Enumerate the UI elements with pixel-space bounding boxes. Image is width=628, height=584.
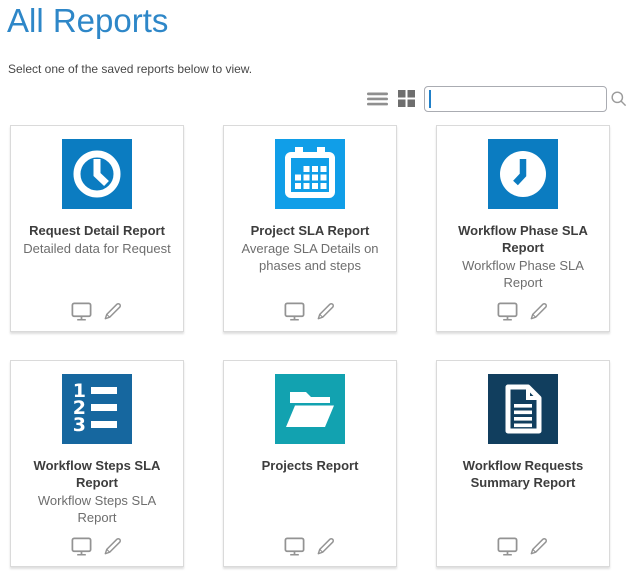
report-description: Workflow Phase SLA Report — [447, 258, 599, 292]
monitor-icon — [496, 535, 519, 558]
page-title: All Reports — [7, 2, 628, 40]
clock-solid-icon — [488, 139, 558, 209]
card-actions — [437, 300, 609, 323]
report-card[interactable]: Projects Report — [223, 360, 397, 567]
card-actions — [11, 535, 183, 558]
view-report-button[interactable] — [283, 535, 306, 558]
edit-report-button[interactable] — [527, 535, 550, 558]
report-title: Projects Report — [236, 458, 384, 475]
report-title: Workflow Steps SLA Report — [23, 458, 171, 492]
card-actions — [224, 300, 396, 323]
pencil-icon — [527, 535, 550, 558]
report-title: Project SLA Report — [236, 223, 384, 240]
edit-report-button[interactable] — [101, 535, 124, 558]
search-input[interactable] — [433, 89, 609, 109]
view-report-button[interactable] — [496, 300, 519, 323]
card-actions — [11, 300, 183, 323]
svg-text:3: 3 — [73, 414, 86, 436]
report-description: Workflow Steps SLA Report — [21, 493, 173, 527]
toolbar — [0, 86, 607, 112]
monitor-icon — [70, 535, 93, 558]
report-card[interactable]: Project SLA Report Average SLA Details o… — [223, 125, 397, 332]
pencil-icon — [527, 300, 550, 323]
monitor-icon — [496, 300, 519, 323]
view-report-button[interactable] — [70, 300, 93, 323]
clock-outline-icon — [62, 139, 132, 209]
monitor-icon — [283, 535, 306, 558]
pencil-icon — [314, 535, 337, 558]
monitor-icon — [283, 300, 306, 323]
report-title: Workflow Phase SLA Report — [449, 223, 597, 257]
search-icon[interactable] — [609, 89, 628, 108]
report-title: Request Detail Report — [23, 223, 171, 240]
edit-report-button[interactable] — [527, 300, 550, 323]
edit-report-button[interactable] — [314, 300, 337, 323]
report-description: Detailed data for Request — [21, 241, 173, 258]
reports-grid: Request Detail Report Detailed data for … — [10, 125, 628, 567]
view-report-button[interactable] — [496, 535, 519, 558]
card-actions — [437, 535, 609, 558]
document-icon — [488, 374, 558, 444]
card-actions — [224, 535, 396, 558]
text-caret — [429, 90, 431, 108]
pencil-icon — [101, 535, 124, 558]
monitor-icon — [70, 300, 93, 323]
view-report-button[interactable] — [283, 300, 306, 323]
view-report-button[interactable] — [70, 535, 93, 558]
report-description: Average SLA Details on phases and steps — [234, 241, 386, 275]
search-box[interactable] — [424, 86, 607, 112]
page-intro: Select one of the saved reports below to… — [8, 62, 628, 76]
calendar-icon — [275, 139, 345, 209]
report-card[interactable]: Workflow Requests Summary Report — [436, 360, 610, 567]
edit-report-button[interactable] — [314, 535, 337, 558]
report-card[interactable]: Workflow Phase SLA Report Workflow Phase… — [436, 125, 610, 332]
open-folder-icon — [275, 374, 345, 444]
numbered-list-icon: 123 — [62, 374, 132, 444]
report-card[interactable]: 123 Workflow Steps SLA Report Workflow S… — [10, 360, 184, 567]
edit-report-button[interactable] — [101, 300, 124, 323]
all-reports-page: All Reports Select one of the saved repo… — [0, 2, 628, 567]
view-toggles — [367, 90, 415, 107]
report-title: Workflow Requests Summary Report — [449, 458, 597, 492]
grid-view-icon[interactable] — [398, 90, 415, 107]
pencil-icon — [101, 300, 124, 323]
report-card[interactable]: Request Detail Report Detailed data for … — [10, 125, 184, 332]
pencil-icon — [314, 300, 337, 323]
list-view-icon[interactable] — [367, 91, 388, 107]
